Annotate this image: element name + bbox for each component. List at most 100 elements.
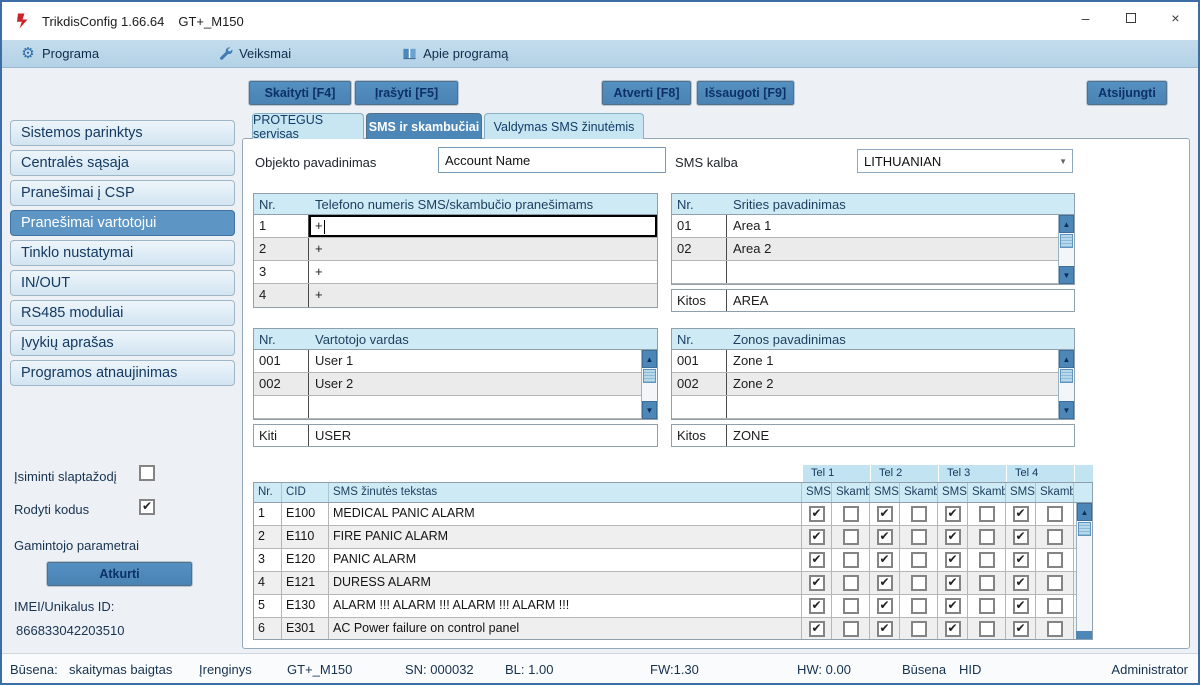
- scrollbar-thumb[interactable]: [1078, 522, 1091, 536]
- menu-programa[interactable]: ⚙ Programa: [10, 40, 109, 67]
- call-checkbox[interactable]: [979, 552, 995, 568]
- sms-checkbox[interactable]: [877, 575, 893, 591]
- scroll-up-icon[interactable]: ▲: [1059, 350, 1074, 368]
- sidebar-item-programos-atnaujinimas[interactable]: Programos atnaujinimas: [10, 360, 235, 386]
- sidebar-item-pranesimai-vartotojui[interactable]: Pranešimai vartotojui: [10, 210, 235, 236]
- call-checkbox[interactable]: [911, 506, 927, 522]
- tab-protegus-servisas[interactable]: PROTEGUS servisas: [252, 113, 364, 139]
- sidebar-item-centrales-sasaja[interactable]: Centralės sąsaja: [10, 150, 235, 176]
- event-cid[interactable]: E110: [282, 526, 329, 548]
- area-name-cell[interactable]: Area 1: [727, 215, 1058, 237]
- sms-language-select[interactable]: LITHUANIAN ▼: [857, 149, 1073, 173]
- scrollbar-thumb[interactable]: [1060, 369, 1073, 383]
- call-checkbox[interactable]: [979, 598, 995, 614]
- call-checkbox[interactable]: [911, 529, 927, 545]
- sms-checkbox[interactable]: [877, 621, 893, 637]
- minimize-button[interactable]: –: [1063, 2, 1108, 34]
- sms-checkbox[interactable]: [809, 598, 825, 614]
- sidebar-item-tinklo-nustatymai[interactable]: Tinklo nustatymai: [10, 240, 235, 266]
- event-text[interactable]: PANIC ALARM: [329, 549, 802, 571]
- tab-sms-ir-skambuciai[interactable]: SMS ir skambučiai: [366, 113, 482, 139]
- sms-checkbox[interactable]: [877, 529, 893, 545]
- zone-name-cell[interactable]: Zone 2: [727, 373, 1058, 395]
- user-name-cell[interactable]: User 2: [309, 373, 641, 395]
- call-checkbox[interactable]: [843, 529, 859, 545]
- sidebar-item-in-out[interactable]: IN/OUT: [10, 270, 235, 296]
- sms-checkbox[interactable]: [945, 598, 961, 614]
- scroll-down-icon[interactable]: ▼: [1059, 266, 1074, 284]
- scrollbar-thumb[interactable]: [1060, 234, 1073, 248]
- sidebar-item-ivykiu-aprasas[interactable]: Įvykių aprašas: [10, 330, 235, 356]
- scroll-up-icon[interactable]: ▲: [1077, 503, 1092, 521]
- scroll-down-icon[interactable]: ▼: [1059, 401, 1074, 419]
- event-text[interactable]: AC Power failure on control panel: [329, 618, 802, 640]
- sms-checkbox[interactable]: [809, 529, 825, 545]
- call-checkbox[interactable]: [843, 621, 859, 637]
- areas-footer-value[interactable]: AREA: [727, 290, 1074, 311]
- scrollbar-thumb[interactable]: [643, 369, 656, 383]
- sms-checkbox[interactable]: [1013, 506, 1029, 522]
- sms-checkbox[interactable]: [945, 621, 961, 637]
- call-checkbox[interactable]: [911, 621, 927, 637]
- open-button[interactable]: Atverti [F8]: [602, 81, 691, 105]
- area-name-cell[interactable]: [727, 261, 1058, 283]
- event-cid[interactable]: E100: [282, 503, 329, 525]
- phone-input-cell[interactable]: +: [309, 215, 657, 237]
- sms-checkbox[interactable]: [877, 552, 893, 568]
- call-checkbox[interactable]: [1047, 598, 1063, 614]
- event-cid[interactable]: E121: [282, 572, 329, 594]
- sms-checkbox[interactable]: [945, 552, 961, 568]
- scroll-down-icon[interactable]: ▼: [642, 401, 657, 419]
- menu-veiksmai[interactable]: Veiksmai: [207, 40, 301, 67]
- call-checkbox[interactable]: [1047, 506, 1063, 522]
- call-checkbox[interactable]: [843, 598, 859, 614]
- zones-footer-value[interactable]: ZONE: [727, 425, 1074, 446]
- phone-input-cell[interactable]: +: [309, 261, 657, 283]
- area-name-cell[interactable]: Area 2: [727, 238, 1058, 260]
- call-checkbox[interactable]: [979, 575, 995, 591]
- write-button[interactable]: Įrašyti [F5]: [355, 81, 458, 105]
- sms-checkbox[interactable]: [945, 506, 961, 522]
- call-checkbox[interactable]: [1047, 529, 1063, 545]
- save-button[interactable]: Išsaugoti [F9]: [697, 81, 794, 105]
- read-button[interactable]: Skaityti [F4]: [249, 81, 351, 105]
- sms-checkbox[interactable]: [1013, 621, 1029, 637]
- event-text[interactable]: FIRE PANIC ALARM: [329, 526, 802, 548]
- disconnect-button[interactable]: Atsijungti: [1087, 81, 1167, 105]
- call-checkbox[interactable]: [1047, 621, 1063, 637]
- maximize-button[interactable]: [1108, 2, 1153, 34]
- sms-checkbox[interactable]: [1013, 598, 1029, 614]
- sms-checkbox[interactable]: [1013, 575, 1029, 591]
- users-scrollbar[interactable]: ▲ ▼: [641, 350, 657, 419]
- restore-button[interactable]: Atkurti: [47, 562, 192, 586]
- show-codes-checkbox[interactable]: [139, 499, 155, 515]
- call-checkbox[interactable]: [979, 529, 995, 545]
- zone-name-cell[interactable]: [727, 396, 1058, 418]
- sms-checkbox[interactable]: [945, 575, 961, 591]
- events-scrollbar[interactable]: ▲: [1076, 503, 1092, 640]
- sms-checkbox[interactable]: [809, 552, 825, 568]
- user-name-cell[interactable]: [309, 396, 641, 418]
- call-checkbox[interactable]: [911, 575, 927, 591]
- sms-checkbox[interactable]: [1013, 529, 1029, 545]
- call-checkbox[interactable]: [843, 506, 859, 522]
- call-checkbox[interactable]: [979, 506, 995, 522]
- event-text[interactable]: DURESS ALARM: [329, 572, 802, 594]
- remember-password-checkbox[interactable]: [139, 465, 155, 481]
- scroll-up-icon[interactable]: ▲: [642, 350, 657, 368]
- scroll-up-icon[interactable]: ▲: [1059, 215, 1074, 233]
- zone-name-cell[interactable]: Zone 1: [727, 350, 1058, 372]
- sms-checkbox[interactable]: [945, 529, 961, 545]
- phone-input-cell[interactable]: +: [309, 238, 657, 260]
- menu-apie[interactable]: Apie programą: [391, 40, 518, 67]
- event-cid[interactable]: E301: [282, 618, 329, 640]
- call-checkbox[interactable]: [911, 552, 927, 568]
- user-name-cell[interactable]: User 1: [309, 350, 641, 372]
- sidebar-item-rs485-moduliai[interactable]: RS485 moduliai: [10, 300, 235, 326]
- sidebar-item-sistemos-parinktys[interactable]: Sistemos parinktys: [10, 120, 235, 146]
- sidebar-item-pranesimai-csp[interactable]: Pranešimai į CSP: [10, 180, 235, 206]
- event-text[interactable]: ALARM !!! ALARM !!! ALARM !!! ALARM !!!: [329, 595, 802, 617]
- sms-checkbox[interactable]: [809, 575, 825, 591]
- event-text[interactable]: MEDICAL PANIC ALARM: [329, 503, 802, 525]
- object-name-input[interactable]: [438, 147, 666, 173]
